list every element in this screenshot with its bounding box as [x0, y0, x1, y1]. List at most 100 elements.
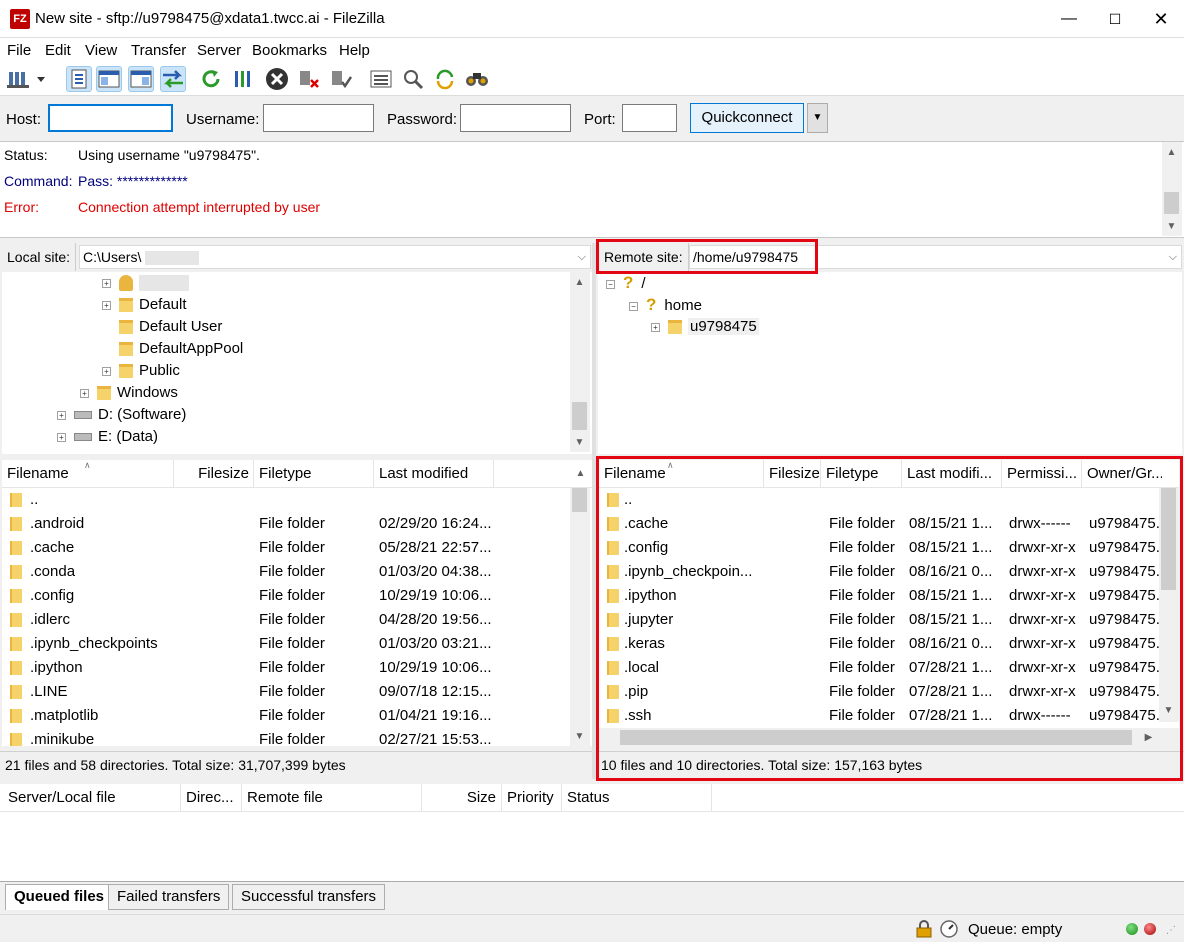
scroll-down-icon[interactable]: ▼ — [1160, 702, 1177, 719]
port-input[interactable] — [622, 104, 677, 132]
menu-bookmarks[interactable]: Bookmarks — [252, 42, 327, 59]
scroll-down-icon[interactable]: ▼ — [571, 434, 588, 451]
quickconnect-history-chevron-down-icon[interactable]: ▼ — [807, 103, 828, 133]
remote-path-input[interactable]: /home/u9798475 ⌵ — [689, 245, 1182, 269]
scroll-thumb[interactable] — [572, 488, 587, 512]
expand-icon[interactable]: + — [102, 366, 111, 376]
menu-help[interactable]: Help — [339, 42, 370, 59]
column-last-modified[interactable]: Last modified — [374, 460, 494, 488]
host-input[interactable] — [48, 104, 173, 132]
column-filesize[interactable]: Filesize — [174, 460, 254, 488]
toggle-remote-tree-icon[interactable] — [128, 66, 154, 92]
scroll-thumb[interactable] — [572, 402, 587, 430]
collapse-icon[interactable]: − — [629, 301, 638, 311]
pane-splitter[interactable] — [592, 243, 596, 779]
column-permissions[interactable]: Permissi... — [1002, 460, 1082, 488]
scroll-thumb[interactable] — [1161, 488, 1176, 590]
disconnect-icon[interactable] — [296, 66, 322, 92]
column-remote-file[interactable]: Remote file — [242, 784, 422, 812]
tree-node-label: Windows — [117, 384, 178, 401]
local-tree-scrollbar[interactable]: ▲ ▼ — [570, 272, 590, 452]
column-owner-group[interactable]: Owner/Gr... — [1082, 460, 1162, 488]
scroll-up-icon[interactable]: ▲ — [571, 274, 588, 291]
tree-node[interactable]: + Windows — [80, 382, 178, 404]
scroll-up-icon[interactable]: ▲ — [1163, 144, 1180, 161]
log-scrollbar[interactable]: ▲ ▼ — [1162, 142, 1182, 236]
scroll-down-icon[interactable]: ▼ — [1163, 218, 1180, 235]
tree-node[interactable]: + Public — [102, 360, 180, 382]
chevron-down-icon[interactable]: ⌵ — [1169, 246, 1177, 268]
process-queue-icon[interactable] — [230, 66, 256, 92]
site-manager-icon[interactable] — [6, 66, 48, 92]
remote-list-scrollbar[interactable]: ▼ — [1159, 488, 1179, 722]
column-size[interactable]: Size — [422, 784, 502, 812]
toggle-transfer-queue-icon[interactable] — [160, 66, 186, 92]
speed-limit-icon[interactable] — [940, 920, 958, 938]
search-remote-files-icon[interactable] — [464, 66, 490, 92]
tree-node[interactable]: + E: (Data) — [57, 426, 158, 448]
quickconnect-button[interactable]: Quickconnect — [690, 103, 804, 133]
file-name: .LINE — [30, 683, 68, 700]
collapse-icon[interactable]: − — [606, 279, 615, 289]
expand-icon[interactable]: + — [102, 300, 111, 310]
username-input[interactable] — [263, 104, 374, 132]
tree-node[interactable]: DefaultAppPool — [119, 338, 243, 360]
sort-ascending-icon: ∧ — [667, 460, 674, 470]
menu-server[interactable]: Server — [197, 42, 241, 59]
file-permissions: drwxr-xr-x — [1009, 563, 1076, 580]
minimize-icon[interactable]: — — [1046, 0, 1092, 38]
reconnect-icon[interactable] — [328, 66, 354, 92]
column-filesize[interactable]: Filesize — [764, 460, 821, 488]
password-input[interactable] — [460, 104, 571, 132]
column-last-modified[interactable]: Last modifi... — [902, 460, 1002, 488]
column-status[interactable]: Status — [562, 784, 712, 812]
maximize-icon[interactable]: ☐ — [1092, 0, 1138, 38]
close-icon[interactable]: ✕ — [1138, 0, 1184, 38]
column-filename[interactable]: Filename — [599, 460, 764, 488]
cancel-operation-icon[interactable] — [264, 66, 290, 92]
tree-node[interactable]: + Default — [102, 294, 187, 316]
resize-grip-icon[interactable]: ⋰ — [1166, 925, 1176, 936]
refresh-icon[interactable] — [198, 66, 224, 92]
column-server-local-file[interactable]: Server/Local file — [3, 784, 181, 812]
local-list-scrollbar[interactable]: ▼ — [570, 488, 590, 746]
expand-icon[interactable]: + — [57, 410, 66, 420]
column-priority[interactable]: Priority — [502, 784, 562, 812]
tree-node[interactable]: −? / — [606, 272, 646, 294]
tab-queued-files[interactable]: Queued files — [5, 884, 114, 910]
scroll-right-icon[interactable]: ▶ — [1140, 729, 1157, 746]
toggle-message-log-icon[interactable] — [66, 66, 92, 92]
tab-failed-transfers[interactable]: Failed transfers — [108, 884, 230, 910]
hscroll-thumb[interactable] — [620, 730, 1132, 745]
menu-file[interactable]: File — [7, 42, 31, 59]
menu-edit[interactable]: Edit — [45, 42, 71, 59]
expand-icon[interactable]: + — [57, 432, 66, 442]
file-type: File folder — [259, 635, 325, 652]
scroll-down-icon[interactable]: ▼ — [571, 728, 588, 745]
expand-icon[interactable]: + — [651, 322, 660, 332]
remote-list-hscrollbar[interactable]: ▶ — [600, 728, 1160, 748]
scroll-up-icon[interactable]: ▲ — [572, 465, 589, 482]
tree-node[interactable]: + u9798475 — [651, 316, 759, 338]
scroll-thumb[interactable] — [1164, 192, 1179, 214]
chevron-down-icon[interactable]: ⌵ — [578, 246, 586, 268]
menu-transfer[interactable]: Transfer — [131, 42, 186, 59]
local-path-input[interactable]: C:\Users\ ⌵ — [79, 245, 591, 269]
tree-node[interactable]: + D: (Software) — [57, 404, 186, 426]
column-filetype[interactable]: Filetype — [254, 460, 374, 488]
redacted-username — [145, 251, 200, 266]
folder-icon — [10, 637, 22, 651]
tree-node[interactable]: + — [102, 272, 189, 294]
tab-successful-transfers[interactable]: Successful transfers — [232, 884, 386, 910]
toggle-local-tree-icon[interactable] — [96, 66, 122, 92]
compare-directories-icon[interactable] — [400, 66, 426, 92]
menu-view[interactable]: View — [85, 42, 117, 59]
tree-node[interactable]: Default User — [119, 316, 222, 338]
expand-icon[interactable]: + — [80, 388, 89, 398]
synchronized-browsing-icon[interactable] — [432, 66, 458, 92]
column-filetype[interactable]: Filetype — [821, 460, 902, 488]
expand-icon[interactable]: + — [102, 278, 111, 288]
tree-node[interactable]: −? home — [629, 294, 702, 316]
column-direction[interactable]: Direc... — [181, 784, 242, 812]
directory-listing-filters-icon[interactable] — [368, 66, 394, 92]
